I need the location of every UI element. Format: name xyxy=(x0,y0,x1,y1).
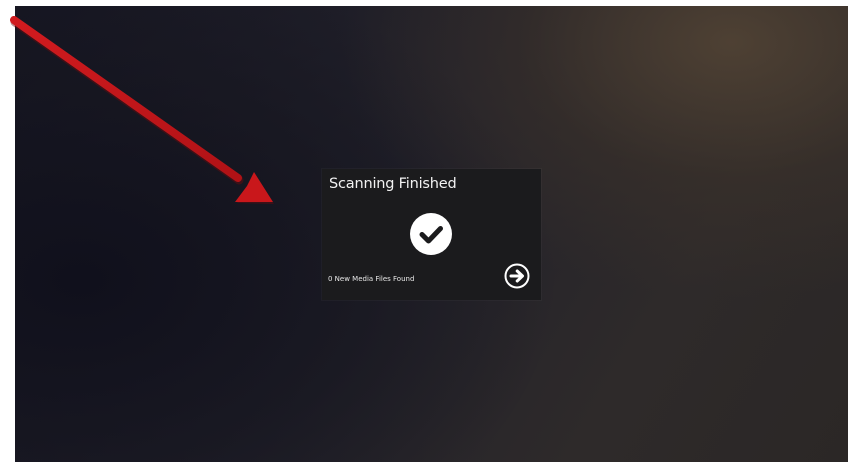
checkmark-circle-icon xyxy=(410,213,452,255)
new-media-files-status: 0 New Media Files Found xyxy=(328,275,415,283)
arrow-right-circle-icon xyxy=(504,263,530,289)
scan-result-dialog: Scanning Finished 0 New Media Files Foun… xyxy=(322,169,541,300)
screenshot-canvas: Scanning Finished 0 New Media Files Foun… xyxy=(0,0,848,462)
next-arrow-button[interactable] xyxy=(503,262,531,290)
dialog-title: Scanning Finished xyxy=(329,176,457,192)
